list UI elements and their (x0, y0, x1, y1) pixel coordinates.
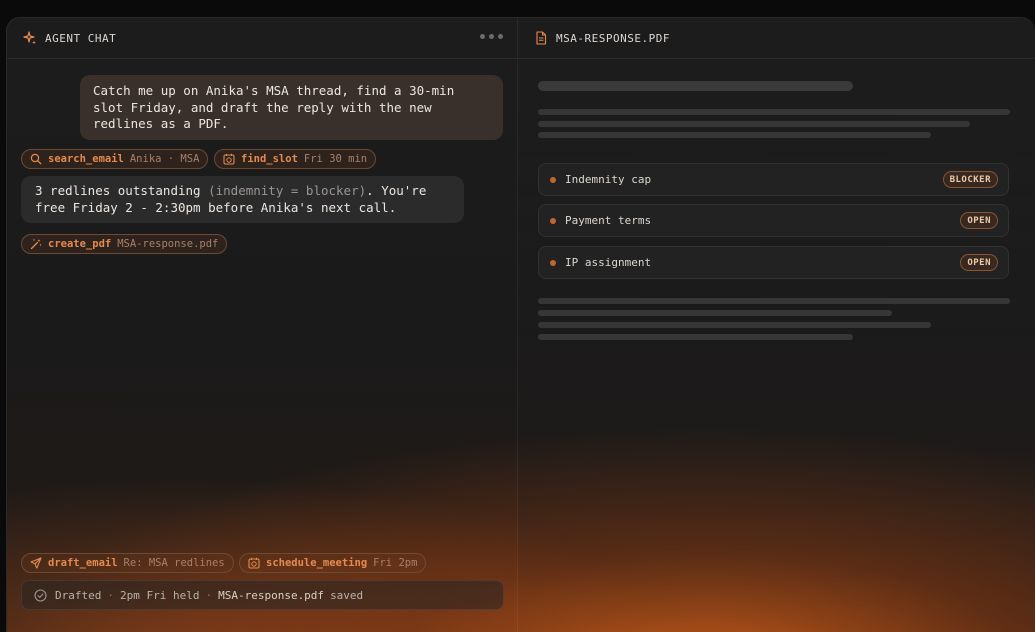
dot-icon (489, 34, 494, 39)
issue-item[interactable]: Payment terms OPEN (538, 204, 1009, 237)
placeholder-line (538, 298, 1010, 304)
tool-name: draft_email (48, 557, 118, 569)
more-options-button[interactable] (480, 34, 503, 39)
tool-chip-find-slot[interactable]: find_slot Fri 30 min (214, 149, 377, 169)
document-title: MSA-RESPONSE.PDF (556, 31, 670, 45)
tool-chip-create-pdf[interactable]: create_pdf MSA-response.pdf (21, 234, 228, 254)
tool-name: create_pdf (48, 238, 112, 250)
tool-arg: MSA-response.pdf (117, 238, 219, 250)
issue-label: IP assignment (565, 256, 652, 269)
user-message: Catch me up on Anika's MSA thread, find … (80, 75, 503, 140)
send-icon (30, 557, 42, 569)
placeholder-line (538, 132, 931, 138)
tool-name: schedule_meeting (266, 557, 368, 569)
tool-chip-schedule-meeting[interactable]: schedule_meeting Fri 2pm (239, 553, 427, 573)
status-held: 2pm Fri held (119, 588, 200, 602)
tool-name: search_email (48, 153, 124, 165)
status-drafted: Drafted (55, 588, 102, 602)
placeholder-line (538, 121, 970, 127)
issue-item[interactable]: IP assignment OPEN (538, 246, 1009, 279)
app-window: AGENT CHAT Catch me up on Anika's MSA th… (6, 17, 1035, 632)
search-icon (30, 153, 42, 165)
issue-label: Payment terms (565, 214, 652, 227)
dot-icon (498, 34, 503, 39)
status-saved: saved (330, 588, 364, 602)
tool-chip-search-email[interactable]: search_email Anika · MSA (21, 149, 209, 169)
bullet-dot (550, 217, 556, 224)
chat-title: AGENT CHAT (45, 31, 117, 45)
chat-header: AGENT CHAT (7, 18, 517, 59)
placeholder-line (538, 109, 1010, 115)
tool-chip-draft-email[interactable]: draft_email Re: MSA redlines (21, 553, 234, 573)
magic-wand-icon (30, 238, 42, 250)
agent-message: 3 redlines outstanding (indemnity = bloc… (21, 176, 464, 223)
placeholder-line (538, 310, 892, 316)
document-preview-panel: MSA-RESPONSE.PDF Indemnity cap BLOCKER P… (517, 18, 1035, 632)
document-icon (534, 31, 548, 45)
sparkle-icon (23, 31, 37, 45)
tool-arg: Fri 2pm (373, 557, 418, 569)
document-header: MSA-RESPONSE.PDF (518, 18, 1035, 59)
issue-item[interactable]: Indemnity cap BLOCKER (538, 163, 1009, 196)
status-badge: OPEN (960, 254, 998, 271)
separator: · (205, 588, 213, 602)
status-badge: BLOCKER (942, 171, 998, 188)
status-badge: OPEN (960, 212, 998, 229)
check-circle-icon (34, 588, 47, 602)
issue-label: Indemnity cap (565, 173, 652, 186)
placeholder-line (538, 334, 853, 340)
bullet-dot (550, 176, 556, 183)
agent-message-aside: (indemnity = blocker) (208, 183, 367, 198)
tool-arg: Re: MSA redlines (123, 557, 225, 569)
status-file: MSA-response.pdf (218, 588, 325, 602)
agent-chat-panel: AGENT CHAT Catch me up on Anika's MSA th… (7, 18, 517, 632)
separator: · (107, 588, 114, 602)
tool-name: find_slot (241, 153, 298, 165)
placeholder-line (538, 81, 853, 91)
calendar-clock-icon (248, 557, 260, 569)
tool-arg: Anika · MSA (129, 153, 200, 165)
dot-icon (480, 34, 485, 39)
status-bar: Drafted · 2pm Fri held · MSA-response.pd… (21, 580, 504, 610)
placeholder-line (538, 322, 931, 328)
agent-message-text: 3 redlines outstanding (35, 183, 209, 198)
tool-arg: Fri 30 min (303, 153, 368, 165)
calendar-clock-icon (223, 153, 235, 165)
bullet-dot (550, 259, 556, 266)
